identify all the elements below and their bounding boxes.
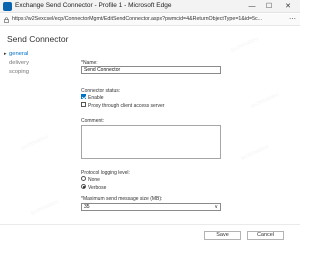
enable-checkbox[interactable] [81, 94, 86, 100]
logging-verbose-row[interactable]: Verbose [81, 184, 107, 192]
watermark: techmatteu [230, 36, 260, 54]
watermark: techmatteu [30, 199, 60, 217]
logging-verbose-label: Verbose [88, 185, 107, 191]
logging-verbose-radio[interactable] [81, 184, 86, 190]
nav-item-scoping[interactable]: scoping [4, 68, 64, 77]
logging-none-row[interactable]: None [81, 176, 100, 184]
chevron-down-icon: ∨ [214, 204, 218, 210]
logging-level-label: Protocol logging level: [81, 170, 130, 176]
logging-none-label: None [88, 177, 100, 183]
maximize-button[interactable]: ☐ [262, 0, 276, 13]
max-size-label: *Maximum send message size (MB): [81, 196, 163, 202]
side-nav: general delivery scoping [4, 50, 64, 77]
name-input[interactable]: Send Connector [81, 66, 221, 74]
comment-textarea[interactable] [81, 125, 221, 159]
page-title: Send Connector [7, 34, 69, 44]
edge-icon [3, 2, 12, 11]
footer-divider [0, 224, 300, 225]
comment-label: Comment: [81, 118, 105, 124]
max-size-value: 35 [84, 204, 90, 210]
lock-icon [4, 17, 9, 23]
address-bar[interactable]: https://w2Sexcsel/ecp/ConnectorMgmt/Edit… [0, 14, 300, 26]
title-bar: Exchange Send Connector - Profile 1 - Mi… [0, 0, 300, 13]
enable-row[interactable]: Enable [81, 94, 104, 102]
enable-label: Enable [88, 95, 104, 101]
connector-status-label: Connector status: [81, 88, 121, 94]
logging-none-radio[interactable] [81, 176, 86, 182]
close-button[interactable]: ✕ [281, 0, 295, 13]
watermark: techmatteu [20, 134, 50, 152]
minimize-button[interactable]: — [245, 0, 259, 13]
url-text[interactable]: https://w2Sexcsel/ecp/ConnectorMgmt/Edit… [12, 16, 282, 22]
proxy-label: Proxy through client access server [88, 103, 165, 109]
max-size-select[interactable]: 35 ∨ [81, 203, 221, 211]
window-title: Exchange Send Connector - Profile 1 - Mi… [15, 2, 172, 9]
watermark: techmatteu [240, 144, 270, 162]
save-button[interactable]: Save [204, 231, 241, 240]
watermark: techmatteu [250, 92, 280, 110]
proxy-row[interactable]: Proxy through client access server [81, 102, 165, 110]
cancel-button[interactable]: Cancel [247, 231, 284, 240]
nav-item-delivery[interactable]: delivery [4, 59, 64, 68]
proxy-checkbox[interactable] [81, 102, 86, 108]
nav-item-general[interactable]: general [4, 50, 64, 59]
more-options-icon[interactable]: ⋯ [289, 15, 296, 23]
